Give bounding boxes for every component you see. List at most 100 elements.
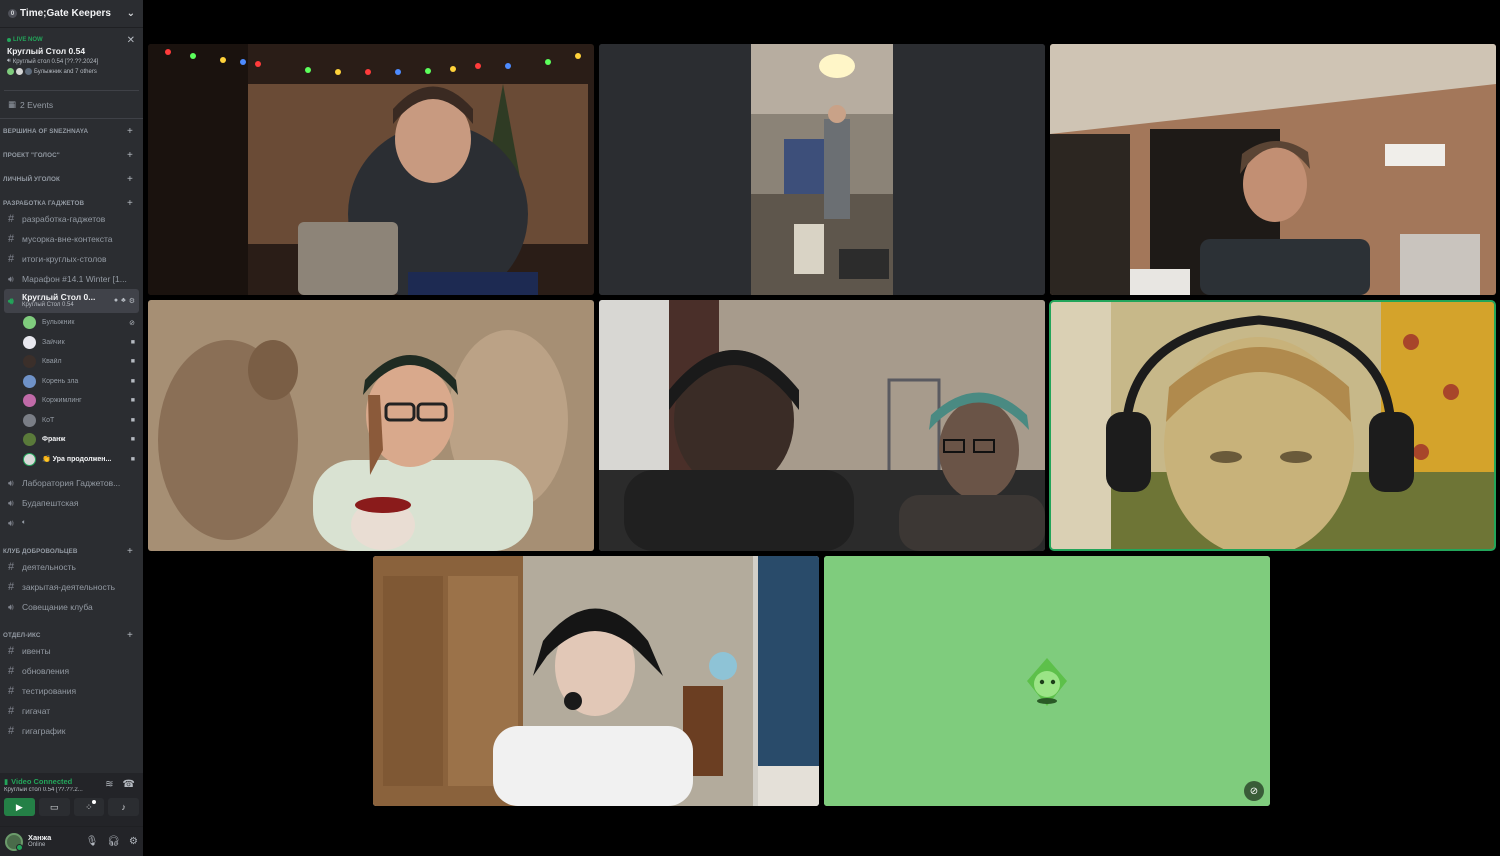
channel-iventy[interactable]: # ивенты	[4, 641, 139, 661]
channel-label: мусорка-вне-контекста	[22, 234, 113, 244]
user-info[interactable]: Ханжа Online	[28, 833, 86, 849]
video-tile[interactable]	[1050, 44, 1496, 295]
plus-icon[interactable]: +	[127, 630, 133, 641]
channel-budapeshtskaya[interactable]: 🔊︎ Будапештская	[4, 493, 139, 513]
voice-user[interactable]: 👏 Ура продолжен... ■	[23, 450, 135, 470]
activities-button[interactable]: ⁘	[73, 798, 105, 816]
video-tile-speaking[interactable]	[1049, 300, 1496, 551]
channel-active-voice[interactable]: 🔊︎ Круглый Стол 0... Круглый Стол 0.54 ●…	[4, 289, 139, 313]
channel-label: обновления	[22, 666, 70, 676]
channel-musorka[interactable]: # мусорка-вне-контекста	[4, 229, 139, 249]
video-tile[interactable]	[599, 300, 1045, 551]
video-tile-avatar[interactable]: ⊘	[824, 556, 1270, 806]
voice-user-name: Коржимлинг	[42, 397, 82, 405]
channel-laboratoriya[interactable]: 🔊︎ Лаборатория Гаджетов...	[4, 473, 139, 493]
hash-icon: #	[8, 233, 15, 245]
voice-button-row: ▶ ▭ ⁘ ♪	[4, 798, 139, 816]
chat-icon[interactable]: ●	[114, 297, 118, 305]
video-feed	[1050, 44, 1496, 295]
events-button[interactable]: ▦ 2 Events	[0, 91, 143, 119]
hash-icon: #	[8, 685, 15, 697]
soundboard-button[interactable]: ♪	[108, 798, 139, 816]
channel-testirovaniya[interactable]: # тестирования	[4, 681, 139, 701]
voice-user[interactable]: Зайчик ■	[23, 333, 135, 353]
channel-label: Марафон #14.1 Winter [1...	[22, 274, 127, 284]
microphone-icon[interactable]: 🎙︎	[86, 836, 99, 847]
video-tile[interactable]	[148, 300, 594, 551]
headphones-icon[interactable]: 🎧︎	[107, 836, 120, 847]
video-icon: ■	[130, 358, 135, 366]
category-club[interactable]: КЛУБ ДОБРОВОЛЬЦЕВ +	[0, 545, 143, 557]
plus-icon[interactable]: +	[127, 150, 133, 161]
live-now-card[interactable]: LIVE NOW ✕ Круглый Стол 0.54 🔊︎ Круглый с…	[4, 33, 139, 91]
online-status-icon	[16, 843, 23, 851]
voice-user[interactable]: Франж ■	[23, 430, 135, 450]
category-vershina[interactable]: ВЕРШИНА OF SNEZHNAYA +	[0, 125, 143, 137]
video-feed	[148, 300, 594, 551]
hash-icon: #	[8, 253, 15, 265]
live-now-label: LIVE NOW	[7, 37, 136, 43]
chevron-down-icon[interactable]: ⌄	[127, 8, 135, 19]
avatar	[23, 355, 36, 369]
avatar[interactable]	[5, 832, 23, 851]
video-icon: ■	[130, 377, 135, 385]
channel-gigachat[interactable]: # гигачат	[4, 701, 139, 721]
channel-label: ивенты	[22, 646, 51, 656]
channel-label: гигаграфик	[22, 726, 66, 736]
close-icon[interactable]: ✕	[127, 35, 135, 46]
plus-icon[interactable]: +	[127, 126, 133, 137]
video-tile[interactable]	[599, 44, 1045, 295]
category-otdel-x[interactable]: ОТДЕЛ-ИКС +	[0, 629, 143, 641]
gear-icon[interactable]: ⚙	[129, 836, 138, 847]
user-panel: Ханжа Online 🎙︎ 🎧︎ ⚙	[0, 827, 143, 856]
user-controls: 🎙︎ 🎧︎ ⚙	[86, 836, 138, 847]
notification-dot	[92, 800, 97, 804]
category-golos[interactable]: ПРОЕКТ "ГОЛОС" +	[0, 149, 143, 161]
camera-button[interactable]: ▶	[4, 798, 35, 816]
channel-marathon[interactable]: 🔊︎ Марафон #14.1 Winter [1...	[4, 269, 139, 289]
video-tile[interactable]	[148, 44, 594, 295]
plus-icon[interactable]: +	[127, 198, 133, 209]
channel-unnamed-voice[interactable]: 🔊︎ 🔈︎	[4, 513, 139, 533]
category-label: КЛУБ ДОБРОВОЛЬЦЕВ	[3, 547, 78, 555]
hash-icon: #	[8, 645, 15, 657]
noise-suppression-icon[interactable]: ≋	[105, 779, 113, 790]
speaker-icon: 🔊︎	[7, 58, 11, 64]
voice-connected-panel: ▮ Video Connected Круглый стол 0.54 [??.?…	[0, 773, 143, 827]
voice-user[interactable]: Булыжник ⊘	[23, 313, 135, 333]
add-user-icon[interactable]: ♣	[121, 297, 126, 305]
category-gadgets[interactable]: РАЗРАБОТКА ГАДЖЕТОВ +	[0, 197, 143, 209]
voice-user[interactable]: КоТ ■	[23, 411, 135, 431]
plus-icon[interactable]: +	[127, 546, 133, 557]
channel-deyatelnost[interactable]: # деятельность	[4, 557, 139, 577]
muted-icon: ⊘	[129, 319, 135, 327]
channel-itogi[interactable]: # итоги-круглых-столов	[4, 249, 139, 269]
voice-user[interactable]: Корень зла ■	[23, 372, 135, 392]
channel-label: итоги-круглых-столов	[22, 254, 107, 264]
hash-icon: #	[8, 705, 15, 717]
channel-soveshchanie[interactable]: 🔊︎ Совещание клуба	[4, 597, 139, 617]
hash-icon: #	[8, 561, 15, 573]
voice-user[interactable]: Коржимлинг ■	[23, 391, 135, 411]
gear-icon[interactable]: ⚙	[129, 297, 135, 305]
channel-label: деятельность	[22, 562, 76, 572]
channel-zakrytaya[interactable]: # закрытая-деятельность	[4, 577, 139, 597]
calendar-icon: ▦	[8, 99, 17, 109]
video-tile[interactable]	[373, 556, 819, 806]
speaker-icon: 🔊︎	[8, 517, 14, 528]
category-ugolok[interactable]: ЛИЧНЫЙ УГОЛОК +	[0, 173, 143, 185]
voice-user[interactable]: Квайл ■	[23, 352, 135, 372]
server-header[interactable]: 0 Time;Gate Keepers ⌄	[0, 0, 143, 28]
channel-razrabotka[interactable]: # разработка-гаджетов	[4, 209, 139, 229]
disconnect-icon[interactable]: ☎	[123, 779, 135, 790]
channel-gigagrafik[interactable]: # гигаграфик	[4, 721, 139, 741]
channel-obnovleniya[interactable]: # обновления	[4, 661, 139, 681]
screen-share-button[interactable]: ▭	[38, 798, 70, 816]
channel-label: Лаборатория Гаджетов...	[22, 478, 121, 488]
avatar	[23, 394, 36, 408]
category-label: ОТДЕЛ-ИКС	[3, 631, 41, 639]
voice-panel-controls: ≋ ☎	[105, 779, 135, 790]
video-icon: ■	[130, 436, 135, 444]
plus-icon[interactable]: +	[127, 174, 133, 185]
category-label: ЛИЧНЫЙ УГОЛОК	[3, 175, 60, 183]
